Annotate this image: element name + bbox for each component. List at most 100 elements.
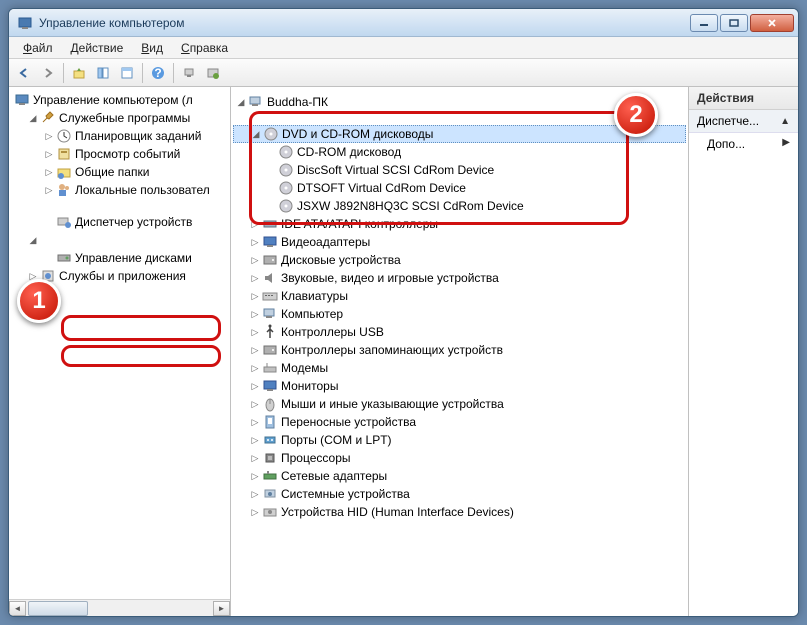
menu-view[interactable]: Вид xyxy=(133,39,171,57)
tree-storage[interactable]: ◢ xyxy=(11,231,228,249)
device-dvd-item-2[interactable]: DTSOFT Virtual CdRom Device xyxy=(233,179,686,197)
expander-expand-icon[interactable]: ▷ xyxy=(249,237,261,248)
expander-expand-icon[interactable]: ▷ xyxy=(249,489,261,500)
device-dvd-item-3[interactable]: JSXW J892N8HQ3C SCSI CdRom Device xyxy=(233,197,686,215)
device-cat-9[interactable]: ▷ Мониторы xyxy=(233,377,686,395)
tree-label: Видеоадаптеры xyxy=(281,235,370,249)
mouse-icon xyxy=(262,396,278,412)
expander-expand-icon[interactable]: ▷ xyxy=(249,255,261,266)
device-cat-8[interactable]: ▷ Модемы xyxy=(233,359,686,377)
device-cat-15[interactable]: ▷ Системные устройства xyxy=(233,485,686,503)
menu-help[interactable]: Справка xyxy=(173,39,236,57)
expander-expand-icon[interactable]: ▷ xyxy=(249,399,261,410)
device-cat-7[interactable]: ▷ Контроллеры запоминающих устройств xyxy=(233,341,686,359)
tree-label: Управление дисками xyxy=(75,251,192,265)
device-cat-0[interactable]: ▷ IDE ATA/ATAPI контроллеры xyxy=(233,215,686,233)
disc-icon xyxy=(278,144,294,160)
expander-expand-icon[interactable]: ▷ xyxy=(249,327,261,338)
maximize-button[interactable] xyxy=(720,14,748,32)
hid-icon xyxy=(262,504,278,520)
hdd-icon xyxy=(262,342,278,358)
back-button[interactable] xyxy=(13,62,35,84)
event-icon xyxy=(56,146,72,162)
expander-expand-icon[interactable]: ▷ xyxy=(249,417,261,428)
expander-expand-icon[interactable]: ▷ xyxy=(249,219,261,230)
minimize-button[interactable] xyxy=(690,14,718,32)
disc-icon xyxy=(278,198,294,214)
expander-expand-icon[interactable]: ▷ xyxy=(249,435,261,446)
expander-expand-icon[interactable]: ▷ xyxy=(249,507,261,518)
device-cat-16[interactable]: ▷ Устройства HID (Human Interface Device… xyxy=(233,503,686,521)
portable-icon xyxy=(262,414,278,430)
tree-label: JSXW J892N8HQ3C SCSI CdRom Device xyxy=(297,199,524,213)
expander-expand-icon[interactable]: ▷ xyxy=(43,185,55,196)
show-hide-tree-button[interactable] xyxy=(92,62,114,84)
device-cat-1[interactable]: ▷ Видеоадаптеры xyxy=(233,233,686,251)
expander-expand-icon[interactable]: ▷ xyxy=(43,167,55,178)
expander-expand-icon[interactable]: ▷ xyxy=(249,471,261,482)
tree-device-manager[interactable]: Диспетчер устройств xyxy=(11,213,228,231)
left-scrollbar-h[interactable]: ◄► xyxy=(9,599,230,616)
expander-expand-icon[interactable]: ▷ xyxy=(43,131,55,142)
device-cat-5[interactable]: ▷ Компьютер xyxy=(233,305,686,323)
refresh-button[interactable] xyxy=(202,62,224,84)
actions-row-2[interactable]: Допо... ▶ xyxy=(689,133,798,155)
expander-expand-icon[interactable]: ▷ xyxy=(249,291,261,302)
device-cat-2[interactable]: ▷ Дисковые устройства xyxy=(233,251,686,269)
tree-local-users[interactable]: ▷ Локальные пользовател xyxy=(11,181,228,199)
device-cat-3[interactable]: ▷ Звуковые, видео и игровые устройства xyxy=(233,269,686,287)
tree-label: Управление компьютером (л xyxy=(33,93,193,107)
device-dvd-item-0[interactable]: CD-ROM дисковод xyxy=(233,143,686,161)
disc-icon xyxy=(278,180,294,196)
help-button[interactable]: ? xyxy=(147,62,169,84)
device-cat-13[interactable]: ▷ Процессоры xyxy=(233,449,686,467)
video-icon xyxy=(262,378,278,394)
computer-mgmt-icon xyxy=(14,92,30,108)
device-cat-10[interactable]: ▷ Мыши и иные указывающие устройства xyxy=(233,395,686,413)
modem-icon xyxy=(262,360,278,376)
expander-expand-icon[interactable]: ▷ xyxy=(249,309,261,320)
tree-shared-folders[interactable]: ▷ Общие папки xyxy=(11,163,228,181)
tree-label: DTSOFT Virtual CdRom Device xyxy=(297,181,466,195)
device-cat-4[interactable]: ▷ Клавиатуры xyxy=(233,287,686,305)
properties-button[interactable] xyxy=(116,62,138,84)
expander-collapse-icon[interactable]: ◢ xyxy=(27,113,39,124)
device-dvd-item-1[interactable]: DiscSoft Virtual SCSI CdRom Device xyxy=(233,161,686,179)
tree-label: Общие папки xyxy=(75,165,149,179)
port-icon xyxy=(262,432,278,448)
tree-label: Модемы xyxy=(281,361,328,375)
tree-label: Контроллеры запоминающих устройств xyxy=(281,343,503,357)
actions-panel: Действия Диспетче... ▲ Допо... ▶ xyxy=(688,87,798,616)
tree-label: Просмотр событий xyxy=(75,147,180,161)
expander-expand-icon[interactable]: ▷ xyxy=(249,273,261,284)
up-button[interactable] xyxy=(68,62,90,84)
device-cat-12[interactable]: ▷ Порты (COM и LPT) xyxy=(233,431,686,449)
expander-expand-icon[interactable]: ▷ xyxy=(249,363,261,374)
annotation-badge-2: 2 xyxy=(614,93,658,137)
menu-file[interactable]: Файл xyxy=(15,39,61,57)
tree-task-scheduler[interactable]: ▷ Планировщик заданий xyxy=(11,127,228,145)
expander-collapse-icon[interactable]: ◢ xyxy=(27,235,39,246)
scan-button[interactable] xyxy=(178,62,200,84)
tree-system-tools[interactable]: ◢ Служебные программы xyxy=(11,109,228,127)
forward-button[interactable] xyxy=(37,62,59,84)
expander-expand-icon[interactable]: ▷ xyxy=(249,345,261,356)
actions-row1-label: Диспетче... xyxy=(697,114,759,128)
expander-expand-icon[interactable]: ▷ xyxy=(43,149,55,160)
close-button[interactable] xyxy=(750,14,794,32)
device-cat-6[interactable]: ▷ Контроллеры USB xyxy=(233,323,686,341)
menu-action[interactable]: Действие xyxy=(63,39,132,57)
device-cat-14[interactable]: ▷ Сетевые адаптеры xyxy=(233,467,686,485)
expander-expand-icon[interactable]: ▷ xyxy=(249,381,261,392)
device-cat-11[interactable]: ▷ Переносные устройства xyxy=(233,413,686,431)
actions-row-1[interactable]: Диспетче... ▲ xyxy=(689,110,798,133)
pc-icon xyxy=(248,94,264,110)
expander-expand-icon[interactable]: ▷ xyxy=(249,453,261,464)
tree-label: DVD и CD-ROM дисководы xyxy=(282,127,433,141)
tree-event-viewer[interactable]: ▷ Просмотр событий xyxy=(11,145,228,163)
tree-disk-mgmt[interactable]: Управление дисками xyxy=(11,249,228,267)
expander-collapse-icon[interactable]: ◢ xyxy=(250,129,262,140)
expander-collapse-icon[interactable]: ◢ xyxy=(235,97,247,108)
tree-root-computer-mgmt[interactable]: Управление компьютером (л xyxy=(11,91,228,109)
tree-label: Звуковые, видео и игровые устройства xyxy=(281,271,499,285)
